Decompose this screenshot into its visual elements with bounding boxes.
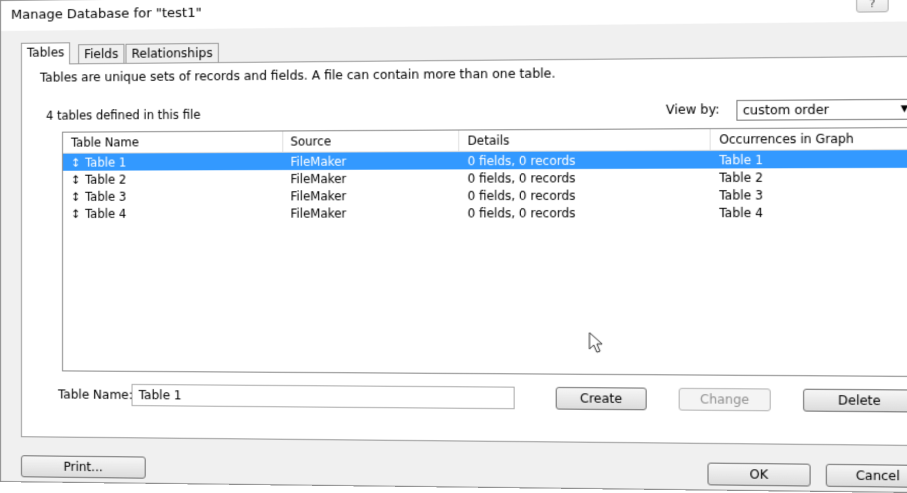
column-divider[interactable] xyxy=(458,131,459,151)
row-details: 0 fields, 0 records xyxy=(468,206,576,221)
panel-description: Tables are unique sets of records and fi… xyxy=(40,66,556,84)
view-by-label: View by: xyxy=(666,102,720,117)
row-source: FileMaker xyxy=(290,172,346,186)
row-occurrences: Table 2 xyxy=(719,170,763,185)
row-source: FileMaker xyxy=(290,155,346,169)
window-title: Manage Database for "test1" xyxy=(11,6,202,23)
column-header-details[interactable]: Details xyxy=(468,133,510,148)
tab-tables[interactable]: Tables xyxy=(21,42,70,65)
row-source: FileMaker xyxy=(290,206,346,220)
row-details: 0 fields, 0 records xyxy=(468,171,576,186)
column-header-source[interactable]: Source xyxy=(290,134,331,148)
chevron-down-icon: ▼ xyxy=(901,100,907,119)
row-occurrences: Table 1 xyxy=(719,153,763,168)
row-occurrences: Table 4 xyxy=(719,206,763,221)
row-table-name: Table 1 xyxy=(85,155,126,169)
help-button[interactable]: ? xyxy=(856,0,889,13)
row-handle-icon[interactable]: ↕ xyxy=(71,156,81,170)
print-button[interactable]: Print... xyxy=(21,455,146,478)
row-handle-icon[interactable]: ↕ xyxy=(71,190,81,204)
column-divider[interactable] xyxy=(282,131,283,151)
column-header-occurrences[interactable]: Occurrences in Graph xyxy=(719,132,853,147)
tables-list[interactable]: Table Name Source Details Occurrences in… xyxy=(62,127,907,377)
row-details: 0 fields, 0 records xyxy=(468,189,576,204)
table-row[interactable]: ↕ Table 2 FileMaker 0 fields, 0 records … xyxy=(63,168,907,188)
create-button[interactable]: Create xyxy=(556,387,647,410)
row-source: FileMaker xyxy=(290,189,346,203)
change-button[interactable]: Change xyxy=(679,388,771,412)
row-handle-icon[interactable]: ↕ xyxy=(71,207,81,221)
table-name-input[interactable]: Table 1 xyxy=(132,384,515,409)
table-name-label: Table Name: xyxy=(58,387,133,402)
column-header-table-name[interactable]: Table Name xyxy=(71,135,139,149)
mouse-pointer-icon xyxy=(588,332,605,355)
table-row[interactable]: ↕ Table 3 FileMaker 0 fields, 0 records … xyxy=(63,186,907,205)
view-by-select[interactable]: custom order ▼ xyxy=(736,99,907,121)
column-divider[interactable] xyxy=(710,129,711,150)
table-row[interactable]: ↕ Table 4 FileMaker 0 fields, 0 records … xyxy=(63,203,907,222)
ok-button[interactable]: OK xyxy=(707,463,810,487)
cancel-button[interactable]: Cancel xyxy=(826,464,907,488)
row-handle-icon[interactable]: ↕ xyxy=(71,173,81,187)
manage-database-dialog: Manage Database for "test1" ? ✕ Tables F… xyxy=(0,0,907,493)
view-by-value: custom order xyxy=(743,102,829,117)
tab-relationships[interactable]: Relationships xyxy=(125,43,218,63)
row-table-name: Table 3 xyxy=(85,190,126,204)
title-bar: Manage Database for "test1" ? ✕ xyxy=(1,0,907,31)
row-occurrences: Table 3 xyxy=(719,188,763,203)
row-details: 0 fields, 0 records xyxy=(468,154,576,169)
row-table-name: Table 4 xyxy=(85,207,126,221)
tab-fields[interactable]: Fields xyxy=(78,44,124,64)
delete-button[interactable]: Delete xyxy=(803,389,907,413)
close-button[interactable]: ✕ xyxy=(895,0,907,12)
row-table-name: Table 2 xyxy=(85,173,126,187)
table-count-text: 4 tables defined in this file xyxy=(46,108,200,123)
help-icon: ? xyxy=(869,0,875,10)
tables-panel: Tables are unique sets of records and fi… xyxy=(21,56,907,446)
